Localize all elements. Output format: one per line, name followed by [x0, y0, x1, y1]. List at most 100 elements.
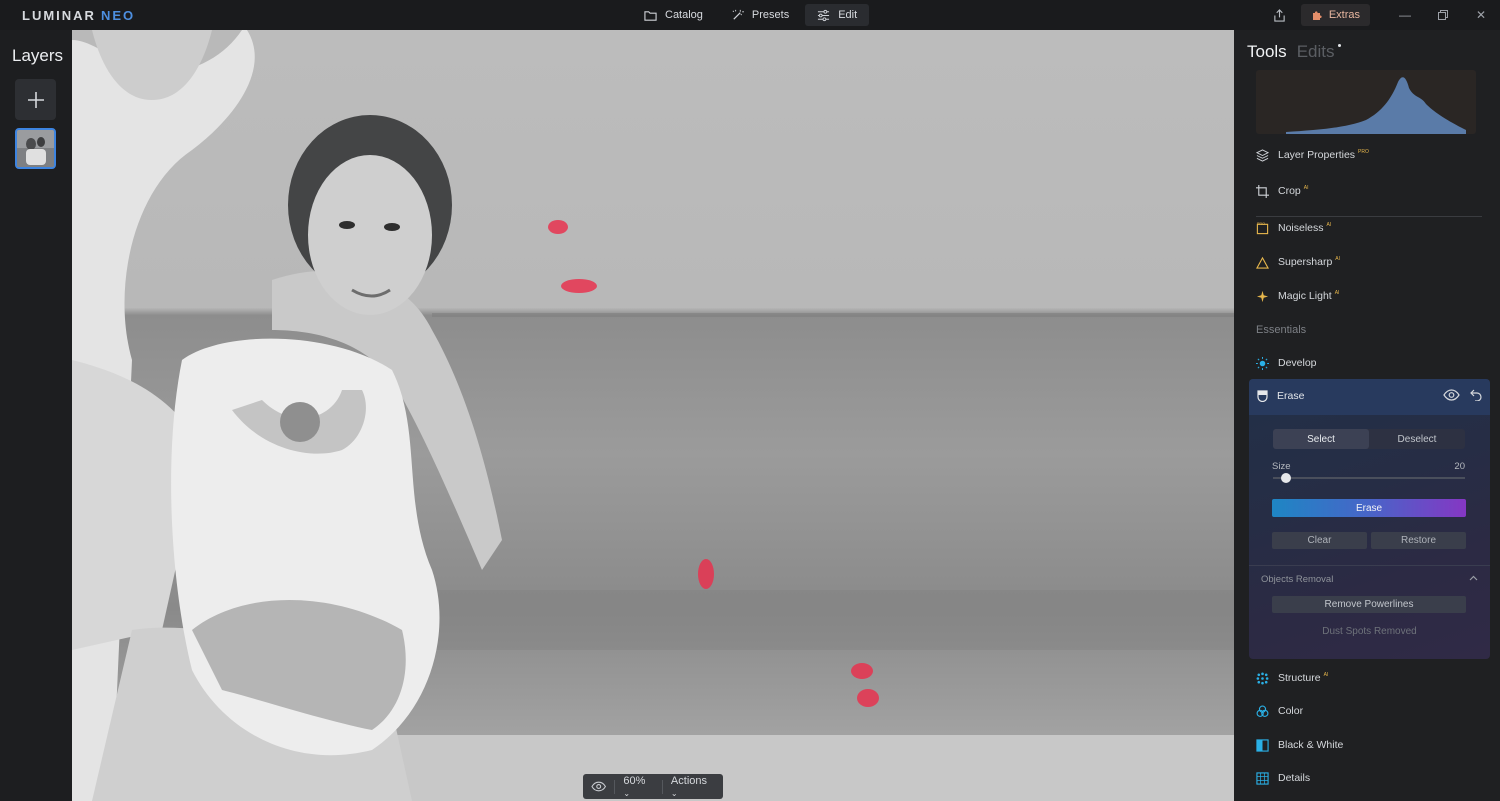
- folder-icon: [644, 10, 657, 21]
- edits-indicator-dot: [1338, 44, 1342, 47]
- layers-title: Layers: [12, 46, 64, 65]
- tool-develop[interactable]: Develop: [1256, 352, 1317, 374]
- canvas-toolbar: 60% ⌄ Actions ⌄: [583, 774, 723, 799]
- ai-badge: AI: [1335, 256, 1341, 262]
- remove-powerlines-button[interactable]: Remove Powerlines: [1272, 596, 1466, 613]
- add-layer-button[interactable]: [15, 79, 56, 120]
- tool-black-white[interactable]: Black & White: [1256, 734, 1343, 756]
- tool-layer-properties[interactable]: Layer Properties PRO: [1256, 144, 1369, 166]
- extras-button[interactable]: Extras: [1300, 4, 1370, 26]
- logo-text: LUMINAR: [22, 8, 96, 23]
- tool-label: Layer Properties: [1278, 149, 1356, 161]
- tools-panel: Tools Edits Layer Properties PRO Crop AI…: [1234, 30, 1500, 801]
- tab-catalog[interactable]: Catalog: [632, 4, 715, 26]
- ai-badge: AI: [1303, 185, 1309, 191]
- tool-magic-light[interactable]: Magic Light AI: [1256, 285, 1339, 307]
- tool-label: Magic Light: [1278, 290, 1332, 302]
- sparkle-icon: [1256, 290, 1269, 302]
- tab-edits[interactable]: Edits: [1297, 42, 1335, 62]
- actions-dropdown[interactable]: Actions ⌄: [671, 775, 715, 799]
- size-value: 20: [1454, 461, 1465, 472]
- erase-panel: Erase Select Deselect Size 20 Erase Clea…: [1249, 379, 1490, 659]
- tool-label: Supersharp: [1278, 256, 1333, 268]
- layers-panel: Layers: [0, 30, 72, 801]
- erase-button[interactable]: Erase: [1272, 499, 1466, 517]
- plus-icon: [27, 91, 44, 108]
- actions-label: Actions: [670, 774, 707, 787]
- tab-presets[interactable]: Presets: [719, 4, 801, 26]
- layer-thumbnail[interactable]: [15, 128, 56, 169]
- chevron-down-icon: ⌄: [670, 788, 678, 798]
- logo-sub-text: NEO: [100, 8, 136, 23]
- share-button[interactable]: [1265, 0, 1295, 30]
- svg-text:PRO: PRO: [1257, 222, 1265, 226]
- layers-stack-icon: [1256, 148, 1269, 162]
- photo-canvas[interactable]: 60% ⌄ Actions ⌄: [72, 30, 1234, 801]
- sliders-icon: [818, 9, 830, 21]
- tool-details[interactable]: Details: [1256, 767, 1310, 789]
- eye-icon[interactable]: [1443, 389, 1460, 401]
- magic-wand-icon: [732, 9, 744, 20]
- black-white-icon: [1256, 738, 1269, 752]
- tools-header: Tools Edits: [1247, 42, 1342, 62]
- tool-label: Details: [1278, 772, 1311, 784]
- ai-badge: AI: [1323, 672, 1329, 678]
- puzzle-icon: [1312, 11, 1322, 20]
- histogram-graph: [1286, 77, 1466, 134]
- structure-dots-icon: [1256, 672, 1269, 684]
- minimize-icon: —: [1399, 8, 1411, 22]
- clear-button[interactable]: Clear: [1272, 532, 1367, 549]
- tab-edit-label: Edit: [838, 9, 858, 21]
- sun-icon: [1256, 356, 1269, 370]
- restore-button[interactable]: Restore: [1371, 532, 1466, 549]
- select-button[interactable]: Select: [1273, 429, 1369, 449]
- color-circles-icon: [1256, 705, 1269, 717]
- tool-crop[interactable]: Crop AI: [1256, 180, 1309, 202]
- chevron-up-icon[interactable]: [1469, 574, 1478, 583]
- supersharp-triangle-icon: [1256, 256, 1269, 269]
- minimize-button[interactable]: —: [1386, 0, 1424, 30]
- tab-catalog-label: Catalog: [665, 9, 703, 21]
- tool-label: Black & White: [1278, 739, 1344, 751]
- histogram: [1256, 70, 1476, 134]
- tool-label: Crop: [1278, 185, 1301, 197]
- tool-structure[interactable]: Structure AI: [1256, 667, 1328, 689]
- undo-icon[interactable]: [1470, 389, 1482, 401]
- window-controls: Extras — ✕: [1265, 0, 1500, 30]
- top-bar: LUMINAR NEO Catalog Presets Edit Extras —…: [0, 0, 1500, 30]
- erase-header[interactable]: Erase: [1249, 379, 1490, 415]
- size-slider[interactable]: [1273, 473, 1465, 483]
- tool-color[interactable]: Color: [1256, 700, 1303, 722]
- erase-title: Erase: [1257, 390, 1304, 402]
- main-nav: Catalog Presets Edit: [632, 4, 870, 26]
- crop-icon: [1256, 184, 1269, 198]
- section-essentials: Essentials: [1256, 324, 1307, 336]
- tool-label: Structure: [1278, 672, 1321, 684]
- tab-edit[interactable]: Edit: [805, 4, 870, 26]
- share-icon: [1274, 8, 1286, 22]
- chevron-down-icon: ⌄: [623, 788, 631, 798]
- noiseless-icon: PRO: [1256, 222, 1269, 234]
- tool-noiseless[interactable]: PRO Noiseless AI: [1256, 217, 1331, 239]
- tool-label: Develop: [1278, 357, 1317, 369]
- eye-icon[interactable]: [591, 781, 607, 792]
- tool-supersharp[interactable]: Supersharp AI: [1256, 251, 1340, 273]
- deselect-button[interactable]: Deselect: [1369, 429, 1465, 449]
- erase-title-label: Erase: [1277, 390, 1305, 402]
- toolbar-separator: [614, 779, 616, 794]
- close-button[interactable]: ✕: [1462, 0, 1500, 30]
- photo-thumbnail-image: [17, 130, 54, 167]
- size-slider-handle[interactable]: [1281, 473, 1292, 483]
- extras-label: Extras: [1328, 9, 1360, 21]
- ai-badge: AI: [1326, 222, 1332, 228]
- size-label: Size: [1272, 461, 1291, 472]
- tab-tools[interactable]: Tools: [1247, 42, 1287, 62]
- app-logo: LUMINAR NEO: [22, 8, 135, 23]
- pro-badge: PRO: [1358, 149, 1369, 155]
- objects-removal-label: Objects Removal: [1261, 574, 1334, 585]
- eraser-icon: [1257, 390, 1268, 402]
- zoom-dropdown[interactable]: 60% ⌄: [623, 775, 654, 799]
- maximize-button[interactable]: [1424, 0, 1462, 30]
- erase-sub-divider: [1249, 565, 1490, 566]
- restore-window-icon: [1438, 10, 1448, 20]
